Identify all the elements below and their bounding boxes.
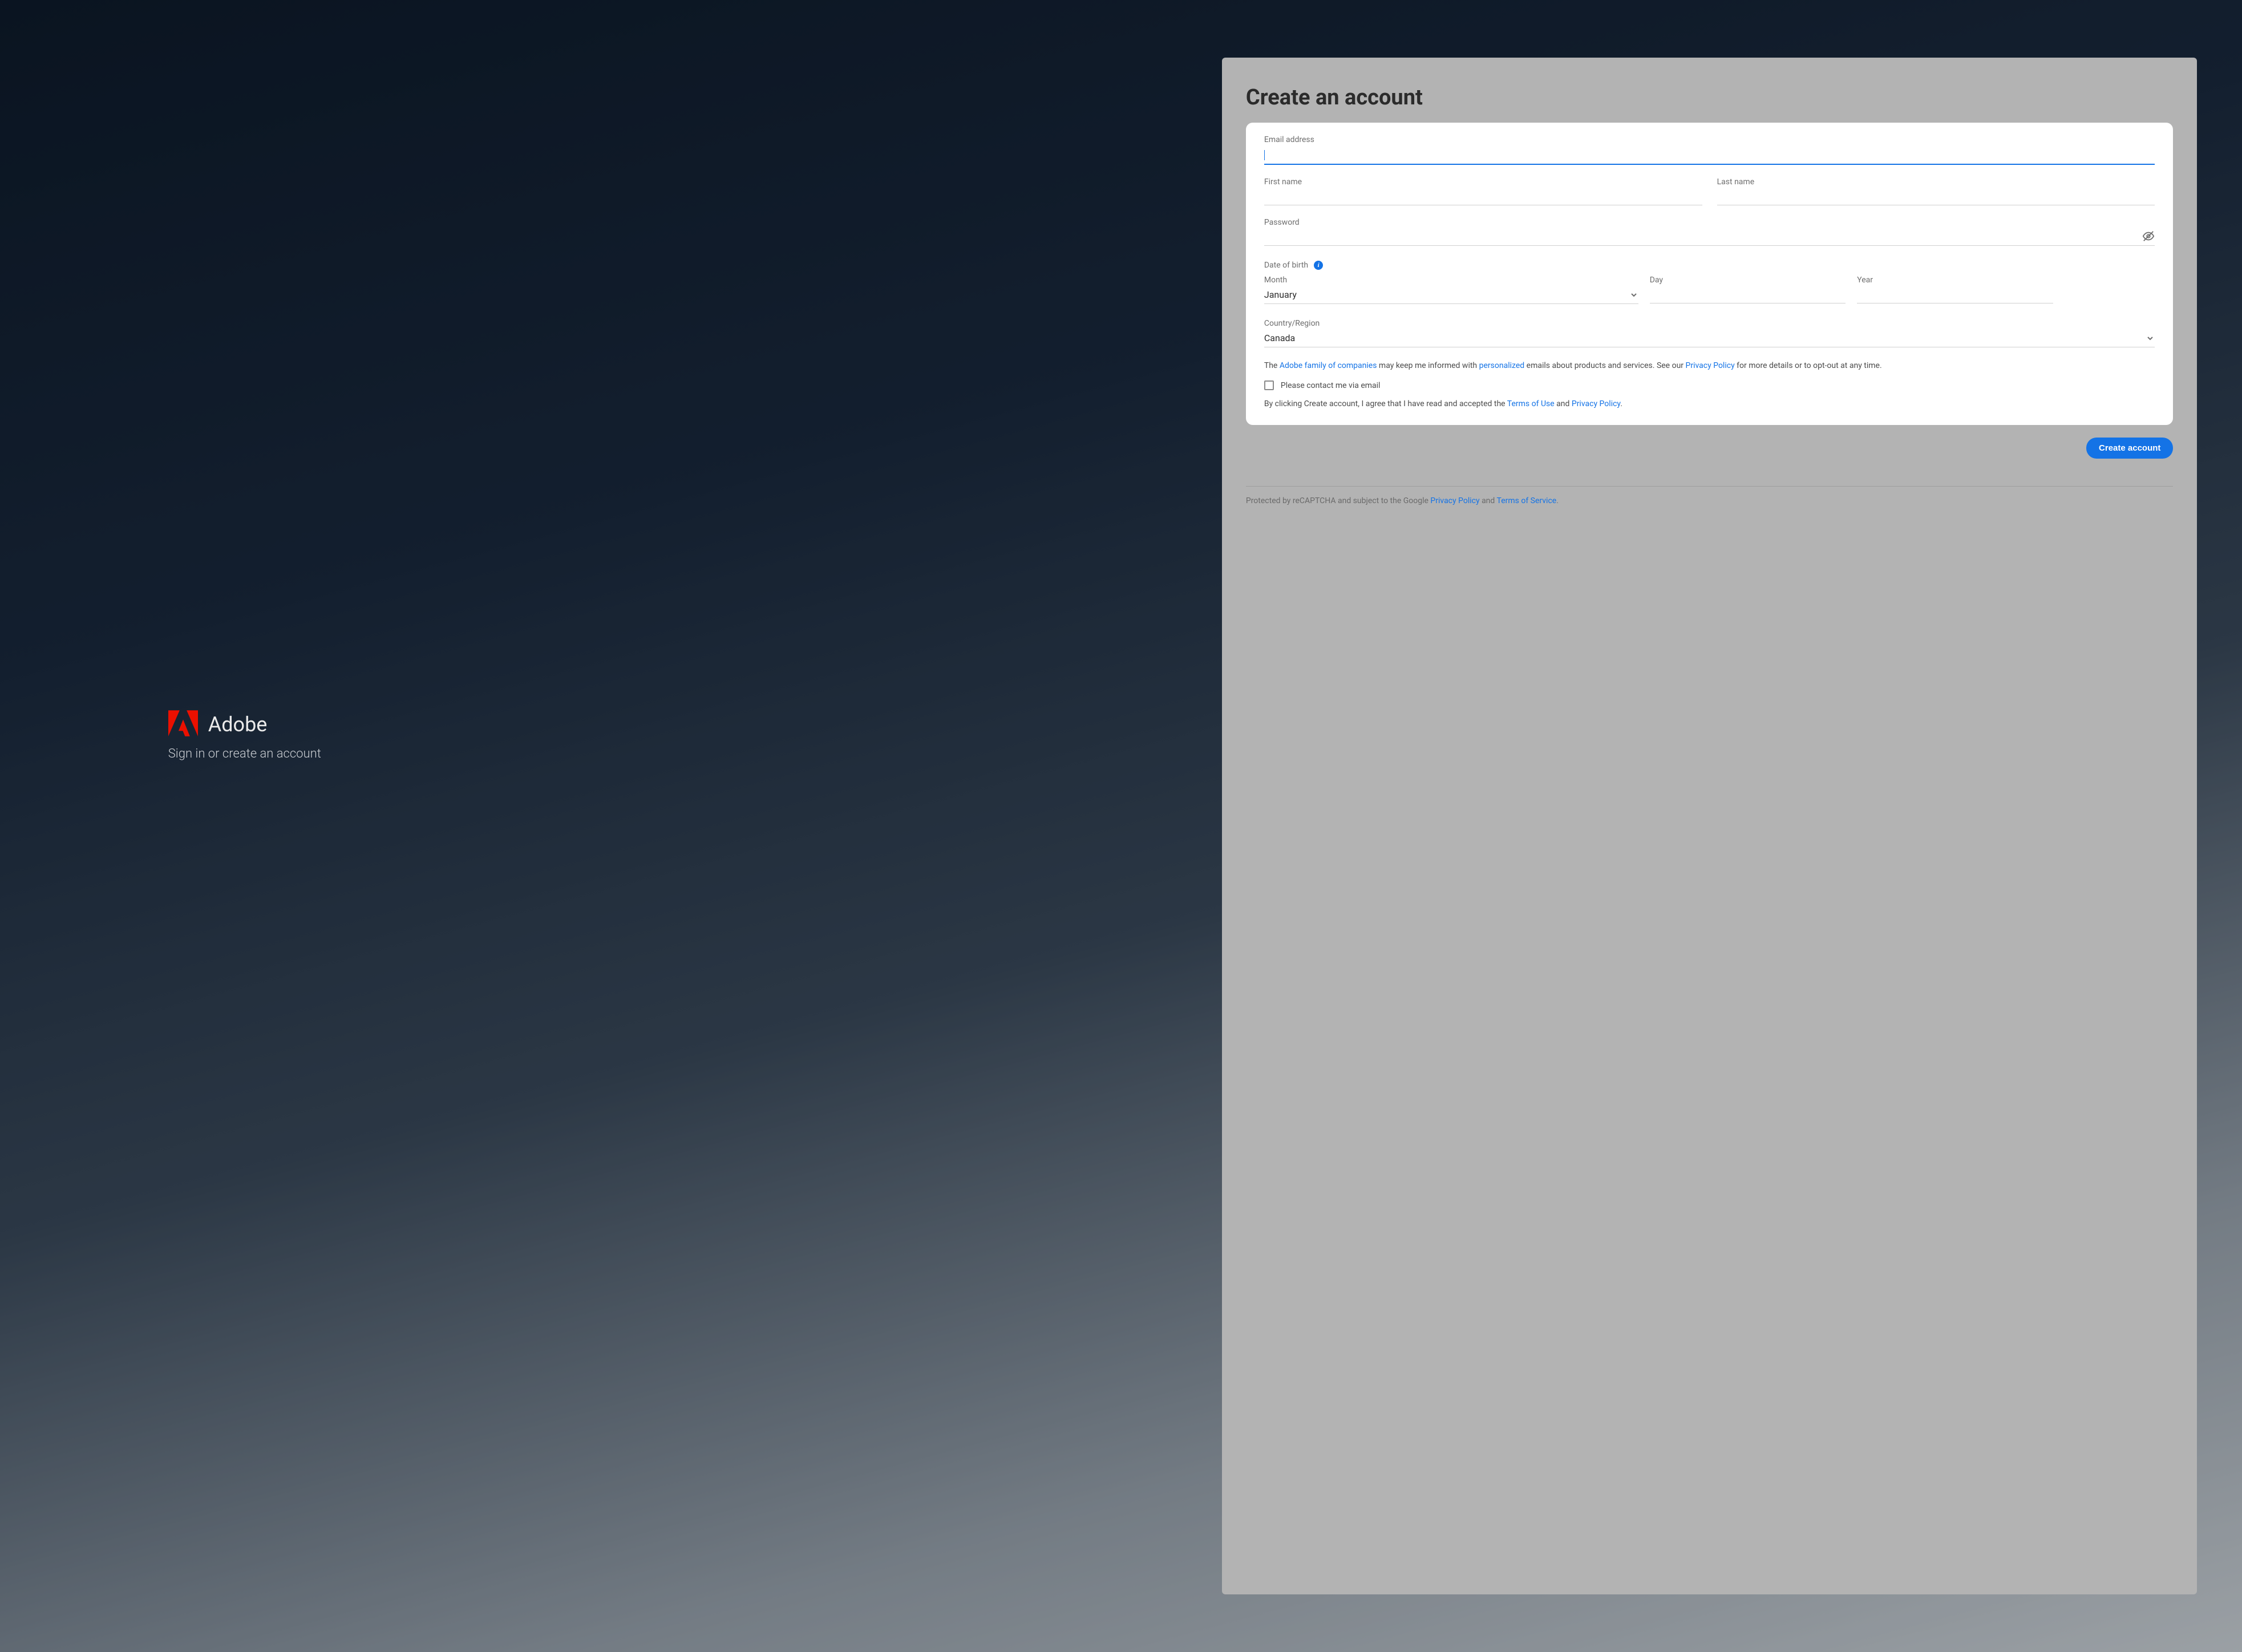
terms-of-use-link[interactable]: Terms of Use	[1507, 399, 1555, 408]
country-value: Canada	[1264, 329, 2155, 347]
create-account-button[interactable]: Create account	[2086, 438, 2173, 459]
password-input[interactable]	[1264, 228, 2155, 246]
brand-block: Adobe Sign in or create an account	[168, 710, 321, 761]
email-label: Email address	[1264, 135, 2155, 144]
privacy-policy-link[interactable]: Privacy Policy	[1686, 361, 1735, 370]
month-label: Month	[1264, 276, 1638, 285]
brand-name: Adobe	[208, 712, 268, 736]
country-select[interactable]: Canada	[1264, 329, 2155, 347]
year-label: Year	[1857, 276, 2053, 285]
month-select[interactable]: January	[1264, 286, 1638, 304]
day-input[interactable]	[1650, 286, 1846, 303]
year-input[interactable]	[1857, 286, 2053, 303]
google-privacy-link[interactable]: Privacy Policy	[1430, 496, 1479, 505]
email-input[interactable]	[1264, 145, 2155, 165]
toggle-password-visibility-icon[interactable]	[2142, 230, 2155, 242]
privacy-policy-link-2[interactable]: Privacy Policy	[1572, 399, 1620, 408]
recaptcha-notice: Protected by reCAPTCHA and subject to th…	[1246, 496, 2174, 507]
dob-label: Date of birth	[1264, 261, 1308, 270]
password-label: Password	[1264, 218, 2155, 227]
country-label: Country/Region	[1264, 319, 2155, 328]
contact-email-label: Please contact me via email	[1281, 381, 1381, 390]
adobe-logo-icon	[168, 710, 198, 739]
google-tos-link[interactable]: Terms of Service	[1497, 496, 1557, 505]
personalized-link[interactable]: personalized	[1479, 361, 1525, 370]
last-name-input[interactable]	[1717, 188, 2155, 205]
first-name-input[interactable]	[1264, 188, 1702, 205]
terms-disclosure: By clicking Create account, I agree that…	[1264, 398, 2155, 410]
signup-card: Email address First name Last name Passw…	[1246, 123, 2174, 424]
dob-info-icon[interactable]: i	[1314, 261, 1323, 270]
adobe-family-link[interactable]: Adobe family of companies	[1280, 361, 1377, 370]
day-label: Day	[1650, 276, 1846, 285]
month-value: January	[1264, 286, 1638, 304]
panel-title: Create an account	[1246, 85, 2174, 110]
contact-email-checkbox[interactable]	[1264, 380, 1274, 390]
signup-panel: Create an account Email address First na…	[1222, 58, 2198, 1594]
marketing-disclosure: The Adobe family of companies may keep m…	[1264, 360, 2155, 371]
footer-divider	[1246, 486, 2174, 487]
first-name-label: First name	[1264, 177, 1702, 187]
brand-subtitle: Sign in or create an account	[168, 747, 321, 761]
last-name-label: Last name	[1717, 177, 2155, 187]
